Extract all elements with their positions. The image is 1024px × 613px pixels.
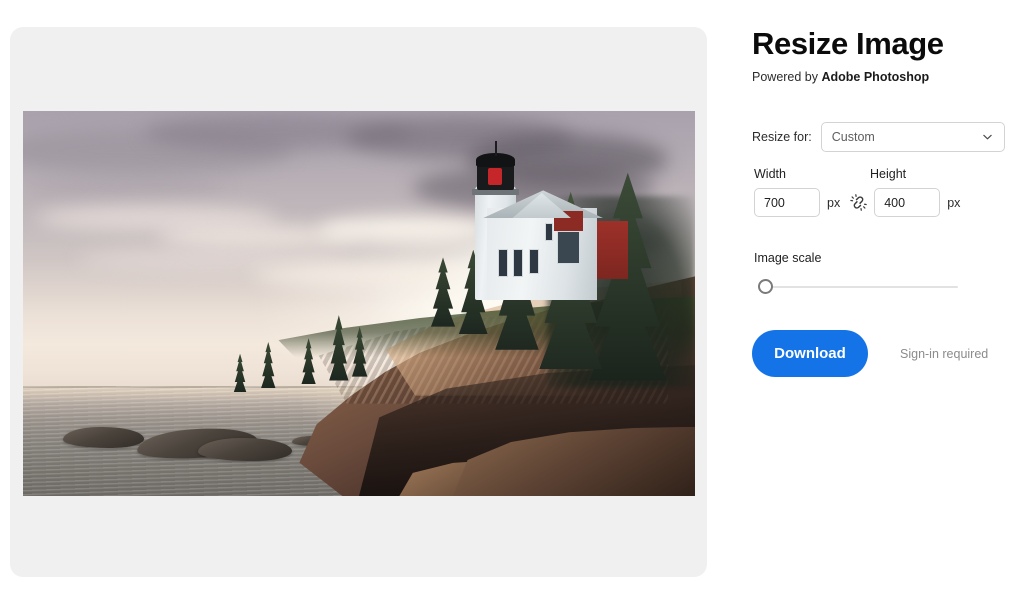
powered-by-brand: Adobe Photoshop (821, 70, 930, 85)
resize-for-selected-value: Custom (831, 130, 875, 144)
lighthouse-photo (23, 111, 695, 496)
powered-by-prefix: Powered by (752, 70, 822, 85)
height-unit: px (947, 195, 961, 210)
photo-rock (63, 426, 144, 448)
photo-keepers-house (482, 173, 628, 300)
image-preview-panel (10, 27, 707, 577)
signin-required-note: Sign-in required (900, 346, 989, 361)
width-unit: px (827, 195, 841, 210)
dimension-inputs-row: px (754, 188, 1004, 217)
slider-track[interactable] (766, 286, 958, 288)
dimension-labels: Width Height (754, 167, 1004, 181)
resize-image-page: Resize Image Powered by Adobe Photoshop … (0, 0, 1024, 613)
preview-image[interactable] (23, 111, 695, 496)
image-scale-slider[interactable] (754, 278, 1008, 296)
resize-controls: Resize Image Powered by Adobe Photoshop … (752, 26, 1008, 377)
resize-for-row: Resize for: Custom (752, 122, 1005, 152)
width-label: Width (754, 167, 786, 181)
height-input[interactable] (874, 188, 941, 217)
chevron-down-icon (982, 132, 993, 143)
photo-rock (197, 438, 292, 462)
slider-thumb[interactable] (758, 279, 773, 294)
dimensions-group: Width Height px (754, 167, 1004, 217)
broken-chain-unlink-icon[interactable] (847, 192, 869, 214)
resize-for-label: Resize for: (752, 130, 812, 144)
image-scale-group: Image scale (754, 251, 1008, 296)
download-button[interactable]: Download (752, 330, 868, 377)
action-row: Download Sign-in required (752, 330, 988, 377)
page-title: Resize Image (752, 26, 944, 61)
image-scale-label: Image scale (754, 251, 822, 265)
width-input[interactable] (754, 188, 820, 217)
height-label: Height (870, 167, 907, 181)
powered-by-text: Powered by Adobe Photoshop (752, 70, 1008, 84)
resize-for-select[interactable]: Custom (820, 122, 1005, 152)
